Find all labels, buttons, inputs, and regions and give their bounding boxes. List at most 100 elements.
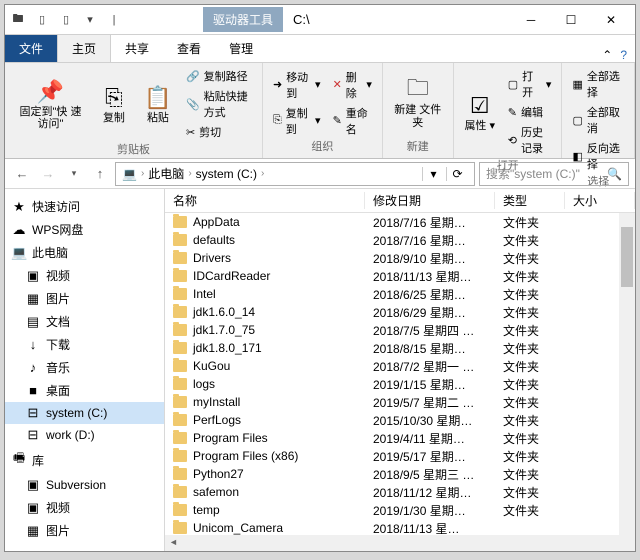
- file-row[interactable]: temp2019/1/30 星期…文件夹: [165, 501, 635, 519]
- refresh-icon[interactable]: ⟳: [446, 167, 468, 181]
- file-list: AppData2018/7/16 星期…文件夹defaults2018/7/16…: [165, 213, 635, 535]
- file-row[interactable]: Drivers2018/9/10 星期…文件夹: [165, 249, 635, 267]
- col-size[interactable]: 大小: [565, 192, 635, 209]
- tab-share[interactable]: 共享: [111, 35, 163, 62]
- file-row[interactable]: PerfLogs2015/10/30 星期…文件夹: [165, 411, 635, 429]
- select-all-icon: ▦: [572, 78, 582, 91]
- forward-button[interactable]: →: [37, 163, 59, 185]
- file-row[interactable]: myInstall2019/5/7 星期二 …文件夹: [165, 393, 635, 411]
- help-icon[interactable]: ?: [620, 48, 627, 62]
- rename-button[interactable]: ✎重命名: [329, 104, 376, 138]
- folder-icon: [173, 504, 187, 516]
- file-name: Drivers: [193, 251, 231, 265]
- cut-button[interactable]: ✂剪切: [182, 123, 256, 141]
- sidebar-item[interactable]: 🖷库: [5, 446, 164, 474]
- select-all-button[interactable]: ▦全部选择: [568, 67, 628, 101]
- folder-icon: [173, 252, 187, 264]
- search-input[interactable]: 搜索"system (C:)" 🔍: [479, 162, 629, 186]
- sidebar-item[interactable]: ▤文档: [5, 310, 164, 333]
- copy-button[interactable]: ⎘ 复制: [94, 67, 134, 141]
- paste-shortcut-button[interactable]: 📎粘贴快捷方式: [182, 87, 256, 121]
- file-row[interactable]: safemon2018/11/12 星期…文件夹: [165, 483, 635, 501]
- file-row[interactable]: logs2019/1/15 星期…文件夹: [165, 375, 635, 393]
- back-button[interactable]: ←: [11, 163, 33, 185]
- file-date: 2019/5/7 星期二 …: [365, 394, 495, 411]
- tab-home[interactable]: 主页: [57, 34, 111, 62]
- pin-button[interactable]: 📌 固定到"快 速访问": [11, 67, 90, 141]
- sidebar-item[interactable]: ▦图片: [5, 519, 164, 542]
- col-date[interactable]: 修改日期: [365, 192, 495, 209]
- sidebar-item[interactable]: ▣视频: [5, 264, 164, 287]
- breadcrumb-drive[interactable]: system (C:): [196, 167, 257, 181]
- edit-button[interactable]: ✎编辑: [504, 103, 556, 121]
- qat-btn[interactable]: ▯: [57, 11, 75, 29]
- sidebar-item[interactable]: ♪音乐: [5, 356, 164, 379]
- maximize-button[interactable]: ☐: [551, 6, 591, 34]
- pc-icon: 💻: [122, 167, 137, 181]
- open-button[interactable]: ▢打开 ▾: [504, 67, 556, 101]
- move-to-button[interactable]: ➜移动到 ▾: [269, 68, 325, 102]
- chevron-right-icon[interactable]: ›: [141, 168, 144, 179]
- qat-dropdown-icon[interactable]: ▾: [81, 11, 99, 29]
- folder-icon: [173, 378, 187, 390]
- scrollbar-horizontal[interactable]: [165, 535, 635, 551]
- file-type: 文件夹: [495, 430, 565, 447]
- col-name[interactable]: 名称: [165, 192, 365, 209]
- file-row[interactable]: KuGou2018/7/2 星期一 …文件夹: [165, 357, 635, 375]
- search-placeholder: 搜索"system (C:)": [486, 165, 580, 182]
- file-row[interactable]: Intel2018/6/25 星期…文件夹: [165, 285, 635, 303]
- chevron-right-icon[interactable]: ›: [188, 168, 191, 179]
- breadcrumb[interactable]: 💻 › 此电脑 › system (C:) › ▾ ⟳: [115, 162, 475, 186]
- sidebar-item[interactable]: ▦图片: [5, 287, 164, 310]
- chevron-right-icon[interactable]: ›: [261, 168, 264, 179]
- file-row[interactable]: Program Files2019/4/11 星期…文件夹: [165, 429, 635, 447]
- tab-manage[interactable]: 管理: [215, 35, 267, 62]
- qat-btn[interactable]: ▯: [33, 11, 51, 29]
- scrollbar-vertical[interactable]: [619, 213, 635, 535]
- select-none-button[interactable]: ▢全部取消: [568, 103, 628, 137]
- sidebar-item[interactable]: ▣Subversion: [5, 474, 164, 496]
- history-button[interactable]: ⟲历史记录: [504, 123, 556, 157]
- sidebar-label: system (C:): [46, 406, 107, 420]
- sidebar-item[interactable]: ⊟system (C:): [5, 402, 164, 424]
- delete-button[interactable]: ✕删除 ▾: [329, 68, 376, 102]
- file-row[interactable]: IDCardReader2018/11/13 星期…文件夹: [165, 267, 635, 285]
- col-type[interactable]: 类型: [495, 192, 565, 209]
- paste-button[interactable]: 📋 粘贴: [138, 67, 178, 141]
- up-button[interactable]: ↑: [89, 163, 111, 185]
- file-row[interactable]: jdk1.8.0_1712018/8/15 星期…文件夹: [165, 339, 635, 357]
- sidebar-label: WPS网盘: [32, 221, 83, 238]
- copy-path-button[interactable]: 🔗复制路径: [182, 67, 256, 85]
- file-date: 2015/10/30 星期…: [365, 412, 495, 429]
- sidebar-item[interactable]: ★快速访问: [5, 195, 164, 218]
- copyto-icon: ⎘: [273, 114, 282, 127]
- tab-view[interactable]: 查看: [163, 35, 215, 62]
- file-row[interactable]: Python272018/9/5 星期三 …文件夹: [165, 465, 635, 483]
- sidebar-item[interactable]: ☁WPS网盘: [5, 218, 164, 241]
- dropdown-icon[interactable]: ▾: [422, 167, 444, 181]
- recent-button[interactable]: ▾: [63, 163, 85, 185]
- titlebar: 🖿 ▯ ▯ ▾ | 驱动器工具 C:\ ─ ☐ ✕: [5, 5, 635, 35]
- new-folder-button[interactable]: 🗀 新建 文件夹: [389, 67, 447, 138]
- sidebar-label: 库: [32, 452, 44, 469]
- sidebar-item[interactable]: ■桌面: [5, 379, 164, 402]
- properties-button[interactable]: ☑ 属性 ▾: [460, 67, 500, 157]
- file-row[interactable]: defaults2018/7/16 星期…文件夹: [165, 231, 635, 249]
- sidebar-item[interactable]: ⊟work (D:): [5, 424, 164, 446]
- sidebar-item[interactable]: ▣视频: [5, 496, 164, 519]
- collapse-ribbon-icon[interactable]: ⌃: [602, 48, 612, 62]
- rename-icon: ✎: [333, 114, 342, 127]
- file-row[interactable]: jdk1.7.0_752018/7/5 星期四 …文件夹: [165, 321, 635, 339]
- close-button[interactable]: ✕: [591, 6, 631, 34]
- folder-icon: [173, 306, 187, 318]
- file-row[interactable]: jdk1.6.0_142018/6/29 星期…文件夹: [165, 303, 635, 321]
- file-row[interactable]: Program Files (x86)2019/5/17 星期…文件夹: [165, 447, 635, 465]
- breadcrumb-pc[interactable]: 此电脑: [148, 165, 184, 182]
- file-row[interactable]: AppData2018/7/16 星期…文件夹: [165, 213, 635, 231]
- sidebar-item[interactable]: ↓下载: [5, 333, 164, 356]
- sidebar-item[interactable]: 💻此电脑: [5, 241, 164, 264]
- minimize-button[interactable]: ─: [511, 6, 551, 34]
- tab-file[interactable]: 文件: [5, 35, 57, 62]
- copy-to-button[interactable]: ⎘复制到 ▾: [269, 104, 325, 138]
- file-row[interactable]: Unicom_Camera2018/11/13 星…: [165, 519, 635, 535]
